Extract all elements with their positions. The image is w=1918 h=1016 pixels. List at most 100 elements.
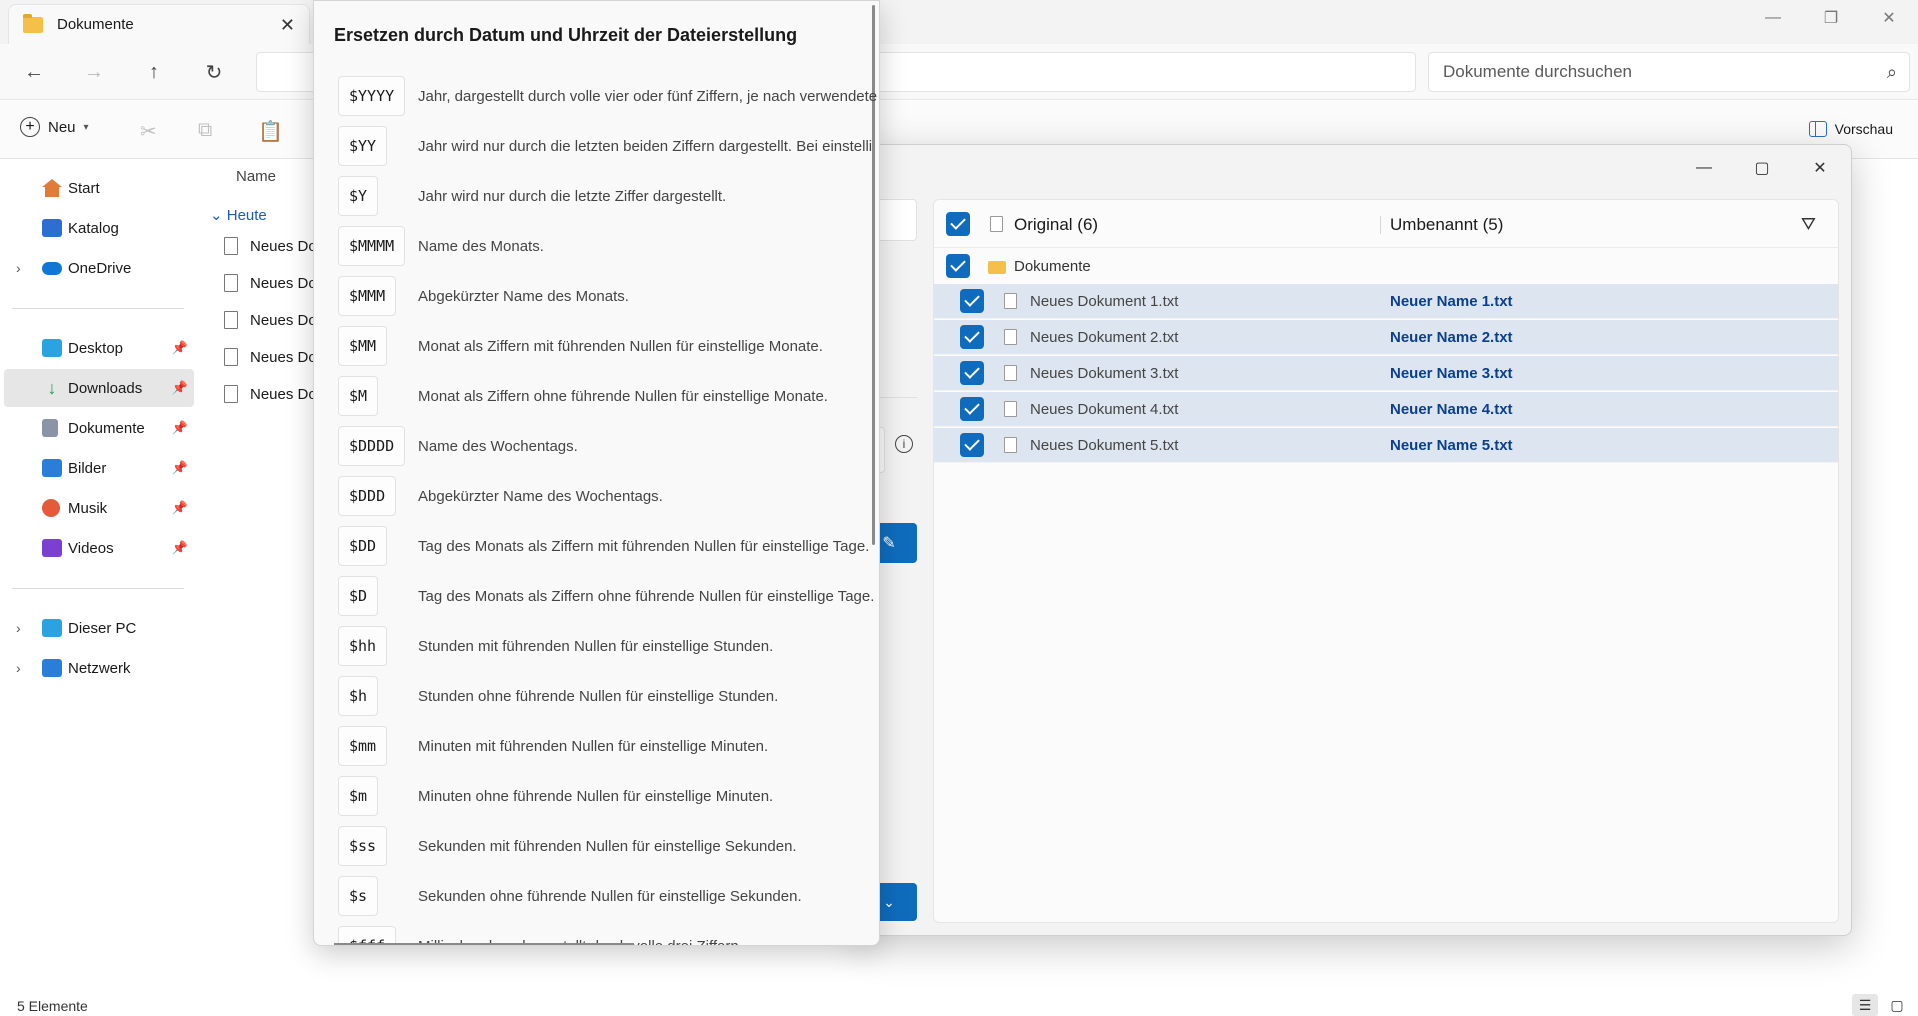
token-row[interactable]: $s Sekunden ohne führende Nullen für eins…	[338, 876, 879, 916]
token-row[interactable]: $MM Monat als Ziffern mit führenden Nulle…	[338, 326, 879, 366]
token-chip[interactable]: $Y	[338, 176, 379, 216]
token-chip[interactable]: $DDDD	[338, 426, 406, 466]
pin-icon[interactable]: 📌	[172, 340, 188, 356]
copy-icon[interactable]: ⧉	[198, 119, 212, 142]
sidebar-item-videos[interactable]: Videos 📌	[4, 529, 194, 567]
token-row[interactable]: $hh Stunden mit führenden Nullen für eins…	[338, 626, 879, 666]
token-chip[interactable]: $hh	[338, 626, 388, 666]
token-chip[interactable]: $DD	[338, 526, 388, 566]
token-row[interactable]: $DDD Abgekürzter Name des Wochentags.	[338, 476, 879, 516]
up-arrow-icon[interactable]: ↑	[138, 58, 170, 86]
maximize-button[interactable]: ▢	[1733, 151, 1791, 185]
sidebar-item-dokumente[interactable]: Dokumente 📌	[4, 409, 194, 447]
token-chip[interactable]: $s	[338, 876, 379, 916]
token-row[interactable]: $DDDD Name des Wochentags.	[338, 426, 879, 466]
sidebar-item-bilder[interactable]: Bilder 📌	[4, 449, 194, 487]
token-chip[interactable]: $DDD	[338, 476, 397, 516]
details-view-icon[interactable]: ☰	[1852, 994, 1878, 1016]
close-button[interactable]: ✕	[1791, 151, 1849, 185]
item-checkbox[interactable]	[960, 433, 984, 457]
token-row[interactable]: $Y Jahr wird nur durch die letzte Ziffer …	[338, 176, 879, 216]
token-row[interactable]: $h Stunden ohne führende Nullen für einst…	[338, 676, 879, 716]
table-row[interactable]: Neues Dokument 5.txt Neuer Name 5.txt	[934, 428, 1838, 463]
restore-button[interactable]: ❐	[1802, 0, 1860, 36]
token-chip[interactable]: $MMMM	[338, 226, 406, 266]
paste-icon[interactable]: 📋	[258, 119, 283, 144]
horizontal-scrollbar[interactable]	[334, 943, 634, 945]
close-tab-icon[interactable]: ✕	[280, 15, 295, 36]
token-chip[interactable]: $MMM	[338, 276, 397, 316]
token-chip[interactable]: $mm	[338, 726, 388, 766]
list-item[interactable]: Neues Do	[224, 267, 317, 299]
info-icon[interactable]: i	[895, 435, 913, 453]
folder-checkbox[interactable]	[946, 254, 970, 278]
search-icon[interactable]: ⌕	[1887, 62, 1897, 83]
token-chip[interactable]: $ss	[338, 826, 388, 866]
token-row[interactable]: $DD Tag des Monats als Ziffern mit führen…	[338, 526, 879, 566]
list-item[interactable]: Neues Do	[224, 341, 317, 373]
filter-icon[interactable]: ⛛	[1801, 214, 1816, 235]
token-chip[interactable]: $M	[338, 376, 379, 416]
token-row[interactable]: $m Minuten ohne führende Nullen für einst…	[338, 776, 879, 816]
sidebar-item-downloads[interactable]: ↓ Downloads 📌	[4, 369, 194, 407]
sidebar-item-desktop[interactable]: Desktop 📌	[4, 329, 194, 367]
token-row[interactable]: $MMMM Name des Monats.	[338, 226, 879, 266]
pin-icon[interactable]: 📌	[172, 540, 188, 556]
token-row[interactable]: $ss Sekunden mit führenden Nullen für ein…	[338, 826, 879, 866]
forward-arrow-icon[interactable]: →	[78, 58, 110, 86]
token-row[interactable]: $D Tag des Monats als Ziffern ohne führen…	[338, 576, 879, 616]
sidebar-item-start[interactable]: Start	[4, 169, 194, 207]
token-chip[interactable]: $MM	[338, 326, 388, 366]
folder-row[interactable]: Dokumente	[934, 248, 1838, 284]
token-row[interactable]: $YYYY Jahr, dargestellt durch volle vier …	[338, 76, 879, 116]
tiles-view-icon[interactable]: ▢	[1884, 994, 1910, 1016]
token-chip[interactable]: $D	[338, 576, 379, 616]
chevron-right-icon[interactable]: ›	[16, 620, 21, 636]
minimize-button[interactable]: —	[1675, 151, 1733, 185]
token-row[interactable]: $M Monat als Ziffern ohne führende Nullen…	[338, 376, 879, 416]
column-header-name[interactable]: Name	[236, 168, 276, 185]
header-renamed[interactable]: Umbenannt (5)	[1390, 215, 1503, 235]
pin-icon[interactable]: 📌	[172, 380, 188, 396]
new-button[interactable]: + Neu ▾	[20, 117, 89, 137]
token-row[interactable]: $YY Jahr wird nur durch die letzten beide…	[338, 126, 879, 166]
item-checkbox[interactable]	[960, 361, 984, 385]
token-chip[interactable]: $m	[338, 776, 379, 816]
pin-icon[interactable]: 📌	[172, 460, 188, 476]
item-checkbox[interactable]	[960, 397, 984, 421]
table-row[interactable]: Neues Dokument 4.txt Neuer Name 4.txt	[934, 392, 1838, 427]
group-header-heute[interactable]: ⌄ Heute	[210, 206, 267, 224]
sidebar-item-onedrive[interactable]: › OneDrive	[4, 249, 194, 287]
select-all-checkbox[interactable]	[946, 212, 970, 236]
table-row[interactable]: Neues Dokument 2.txt Neuer Name 2.txt	[934, 320, 1838, 355]
pin-icon[interactable]: 📌	[172, 500, 188, 516]
sidebar-item-dieser-pc[interactable]: › Dieser PC	[4, 609, 194, 647]
sidebar-item-musik[interactable]: Musik 📌	[4, 489, 194, 527]
list-item[interactable]: Neues Do	[224, 230, 317, 262]
minimize-button[interactable]: —	[1744, 0, 1802, 36]
back-arrow-icon[interactable]: ←	[18, 58, 50, 86]
close-window-button[interactable]: ✕	[1860, 0, 1918, 36]
list-item[interactable]: Neues Do	[224, 378, 317, 410]
refresh-icon[interactable]: ↻	[198, 58, 230, 86]
table-row[interactable]: Neues Dokument 3.txt Neuer Name 3.txt	[934, 356, 1838, 391]
item-checkbox[interactable]	[960, 289, 984, 313]
tab-dokumente[interactable]: Dokumente ✕	[8, 4, 310, 44]
token-row[interactable]: $MMM Abgekürzter Name des Monats.	[338, 276, 879, 316]
token-chip[interactable]: $h	[338, 676, 379, 716]
sidebar-item-netzwerk[interactable]: › Netzwerk	[4, 649, 194, 687]
preview-button[interactable]: Vorschau	[1808, 121, 1893, 137]
token-row[interactable]: $mm Minuten mit führenden Nullen für eins…	[338, 726, 879, 766]
table-row[interactable]: Neues Dokument 1.txt Neuer Name 1.txt	[934, 284, 1838, 319]
chevron-right-icon[interactable]: ›	[16, 260, 21, 276]
item-checkbox[interactable]	[960, 325, 984, 349]
chevron-right-icon[interactable]: ›	[16, 660, 21, 676]
token-chip[interactable]: $YY	[338, 126, 388, 166]
header-original[interactable]: Original (6)	[1014, 215, 1098, 235]
pin-icon[interactable]: 📌	[172, 420, 188, 436]
sidebar-item-katalog[interactable]: Katalog	[4, 209, 194, 247]
token-chip[interactable]: $YYYY	[338, 76, 406, 116]
search-input[interactable]: Dokumente durchsuchen ⌕	[1428, 52, 1910, 92]
list-item[interactable]: Neues Do	[224, 304, 317, 336]
cut-icon[interactable]: ✂	[140, 119, 157, 144]
